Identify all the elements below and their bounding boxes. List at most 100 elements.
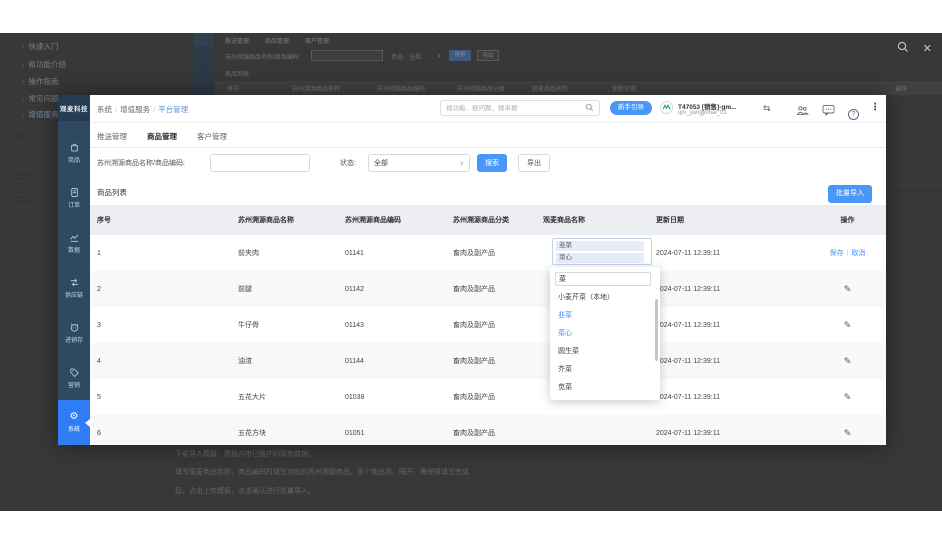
dim-filter-label: 苏州溯源商品名称/商品编码: xyxy=(225,52,300,61)
edit-icon[interactable]: ✎ xyxy=(844,356,852,366)
toc-sub-item[interactable]: …… xyxy=(18,190,57,197)
chevron-right-icon: › xyxy=(22,60,25,69)
sidebar-item-goods[interactable]: 商品 xyxy=(58,130,90,175)
chevron-down-icon: ∨ xyxy=(460,160,464,167)
keyword-input[interactable] xyxy=(210,154,310,172)
dim-tab: 商品管理 xyxy=(265,36,289,45)
sidebar-item-orders[interactable]: 订单 xyxy=(58,175,90,220)
dropdown-option[interactable]: 圆生菜 xyxy=(550,343,660,361)
screen: ›快速入门 ›新功能介绍 ›操作指南 ›常见问题 ›增值服务 …… …… …… … xyxy=(0,0,942,543)
sidebar-item-supply-chain[interactable]: 供应链 xyxy=(58,265,90,310)
global-search-input[interactable] xyxy=(446,105,576,112)
dropdown-option[interactable]: 苋菜 xyxy=(550,379,660,397)
breadcrumb-current: 平台管理 xyxy=(158,105,188,114)
breadcrumb-root[interactable]: 系统 xyxy=(97,105,112,114)
sidebar-item-marketing[interactable]: 营销 xyxy=(58,355,90,400)
user-account: qm_yangjinhai_01 xyxy=(678,110,727,116)
dim-status-label: 状态: xyxy=(391,52,405,61)
search-button[interactable]: 搜索 xyxy=(477,154,507,172)
keyword-label: 苏州溯源商品名称/商品编码: xyxy=(97,158,185,168)
dim-input xyxy=(311,50,383,61)
dropdown-option-selected[interactable]: 菜心 xyxy=(550,325,660,343)
chevron-right-icon: › xyxy=(22,42,25,51)
customer-service-icon[interactable] xyxy=(796,103,809,121)
sidebar-item-inventory[interactable]: 进销存 xyxy=(58,310,90,355)
tab-push-management[interactable]: 推送管理 xyxy=(97,131,127,142)
toc-item[interactable]: ›操作指南 xyxy=(22,76,59,87)
dropdown-option[interactable]: 小麦芹菜（本地） xyxy=(550,289,660,307)
edit-icon[interactable]: ✎ xyxy=(844,284,852,294)
toc-sub-item[interactable]: …… xyxy=(18,151,57,158)
article-line: 下载导入模板，模板内带已维护的现有数据， xyxy=(175,449,315,459)
article-line: 后，点击上传模板，点击确认进行批量导入。 xyxy=(175,486,315,496)
breadcrumb: 系统/增值服务/平台管理 xyxy=(97,104,188,115)
section-title: 商品列表 xyxy=(97,187,127,198)
tab-customer-management[interactable]: 客户管理 xyxy=(197,131,227,142)
kebab-menu-icon[interactable]: ⋮ xyxy=(870,102,880,113)
edit-icon[interactable]: ✎ xyxy=(844,428,852,438)
global-search[interactable] xyxy=(440,100,600,116)
app-sidebar: 观麦科技 商品 订单 数据 xyxy=(58,95,90,445)
chart-icon xyxy=(69,232,80,243)
breadcrumb-mid[interactable]: 增值服务 xyxy=(120,105,150,114)
table-row: 6五花方块01051畜肉及副产品2024-07-11 12:39:11✎ xyxy=(90,415,886,445)
export-button[interactable]: 导出 xyxy=(518,154,550,172)
tab-bar: 推送管理 商品管理 客户管理 xyxy=(90,125,886,148)
dim-section-title: 商品列表 xyxy=(225,69,249,78)
chevron-right-icon: › xyxy=(22,110,25,119)
order-icon xyxy=(69,187,80,198)
gm-name-multiselect[interactable]: 韭菜 菜心 xyxy=(552,238,652,265)
dropdown-scrollbar[interactable] xyxy=(655,299,658,361)
dim-export-button: 导出 xyxy=(477,50,499,61)
toc-item[interactable]: ›新功能介绍 xyxy=(22,59,66,70)
tab-goods-management[interactable]: 商品管理 xyxy=(147,131,177,142)
save-link[interactable]: 保存 xyxy=(830,250,844,257)
toc-sub-item[interactable]: …… xyxy=(18,177,57,184)
chevron-right-icon: › xyxy=(22,94,25,103)
dim-table-header: 序号 苏州溯源商品名称 苏州溯源商品编码 苏州溯源商品分类 观麦商品名称 更新日… xyxy=(215,81,942,95)
article-line: 填写观麦商品名称，商品编码时填写对应的苏州溯源商品，多个商品用、隔开，需保障填写… xyxy=(175,467,469,477)
bulk-import-button[interactable]: 批量导入 xyxy=(828,185,872,203)
sidebar-item-system[interactable]: ⚙ 系统 xyxy=(58,400,90,445)
lightbox-controls: ✕ xyxy=(897,40,932,58)
newbie-guide-button[interactable]: 新手引导 xyxy=(610,101,652,115)
sidebar-item-data[interactable]: 数据 xyxy=(58,220,90,265)
toc-item[interactable]: ›常见问题 xyxy=(22,93,59,104)
table-row: 4油渣01144畜肉及副产品2024-07-11 12:39:11✎ xyxy=(90,343,886,379)
tag-icon xyxy=(69,367,80,378)
gear-icon: ⚙ xyxy=(70,412,79,422)
dropdown-option[interactable]: 芥菜 xyxy=(550,361,660,379)
pig-icon xyxy=(69,322,80,333)
screenshot-lightbox: 观麦科技 商品 订单 数据 xyxy=(58,95,886,445)
status-value: 全部 xyxy=(374,158,388,168)
dropdown-option-selected[interactable]: 韭菜 xyxy=(550,307,660,325)
switch-account-icon[interactable]: ⇆ xyxy=(763,103,771,114)
dim-overlay: ›快速入门 ›新功能介绍 ›操作指南 ›常见问题 ›增值服务 …… …… …… … xyxy=(0,33,942,511)
selected-tag[interactable]: 菜心 xyxy=(556,253,644,263)
dim-tab: 客户管理 xyxy=(305,36,329,45)
search-icon[interactable] xyxy=(585,99,594,117)
cancel-link[interactable]: 取消 xyxy=(851,250,865,257)
table-row: 3牛仔骨01143畜肉及副产品2024-07-11 12:39:11✎ xyxy=(90,307,886,343)
avatar[interactable] xyxy=(660,101,673,119)
toc-sub-item[interactable]: …… xyxy=(18,203,57,210)
topbar: 系统/增值服务/平台管理 新手引导 T47053 [销售]-gm... qm_y… xyxy=(90,95,886,123)
toc-sub-item[interactable]: …… xyxy=(18,164,57,171)
status-label: 状态: xyxy=(340,158,356,168)
selected-tag[interactable]: 韭菜 xyxy=(556,241,644,251)
status-select[interactable]: 全部 ∨ xyxy=(368,154,470,172)
table-header: 序号 苏州溯源商品名称 苏州溯源商品编码 苏州溯源商品分类 观麦商品名称 更新日… xyxy=(90,205,886,235)
edit-icon[interactable]: ✎ xyxy=(844,392,852,402)
table-row: 2前腿01142畜肉及副产品2024-07-11 12:39:11✎ xyxy=(90,271,886,307)
toc-sub-item[interactable]: …… xyxy=(18,125,57,132)
dropdown-search-input[interactable] xyxy=(555,272,651,286)
feedback-chat-icon[interactable] xyxy=(822,103,835,121)
toc-sub-item[interactable]: …… xyxy=(18,138,57,145)
zoom-icon[interactable] xyxy=(897,40,909,58)
help-icon[interactable]: ? xyxy=(848,103,859,121)
close-icon[interactable]: ✕ xyxy=(923,44,932,55)
toc-item-active[interactable]: ›增值服务 xyxy=(22,109,59,120)
dim-chevron-down-icon: ∨ xyxy=(437,52,441,59)
toc-item[interactable]: ›快速入门 xyxy=(22,41,59,52)
edit-icon[interactable]: ✎ xyxy=(844,320,852,330)
